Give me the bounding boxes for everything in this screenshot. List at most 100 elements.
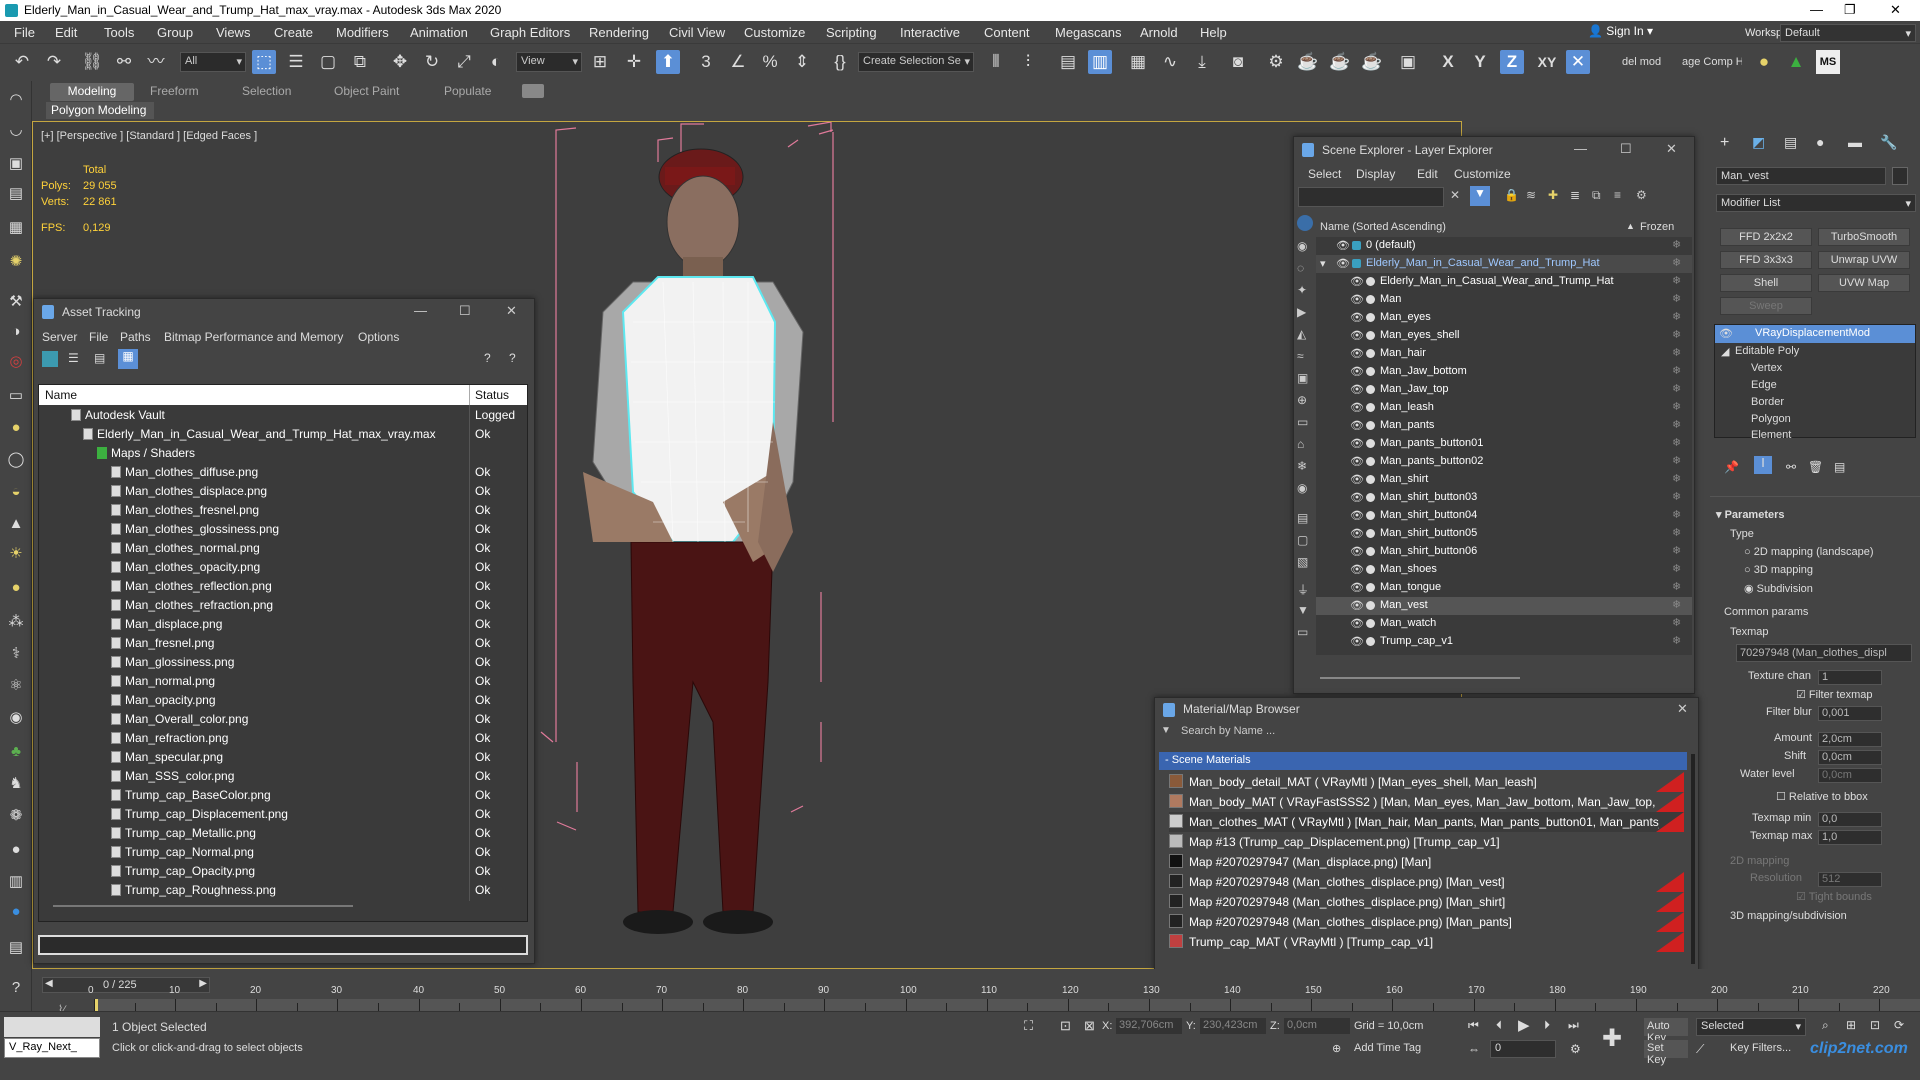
atom-icon[interactable]: ⚛ (5, 675, 27, 697)
ribbon-options-icon[interactable] (522, 84, 544, 98)
resolution-spinner[interactable]: 512 (1818, 872, 1882, 887)
stack-vray-displacement[interactable]: VRayDisplacementMod (1755, 327, 1870, 339)
asset-row[interactable]: Man_clothes_reflection.png Ok (39, 577, 527, 596)
absolute-mode-icon[interactable]: ⊡ (1060, 1018, 1071, 1034)
asset-row[interactable]: Trump_cap_Metallic.png Ok (39, 824, 527, 843)
frozen-icon[interactable]: ❄ (1672, 418, 1681, 431)
frozen-icon[interactable]: ❄ (1672, 238, 1681, 251)
eye-icon[interactable]: 👁 (1719, 327, 1733, 340)
refresh-icon[interactable] (42, 351, 58, 367)
scene-explorer-titlebar[interactable]: Scene Explorer - Layer Explorer — ☐ ✕ (1294, 137, 1694, 165)
layers-green-icon[interactable]: ▲ (1784, 50, 1808, 74)
hair-icon[interactable]: ❁ (5, 805, 27, 827)
close-icon[interactable]: ✕ (506, 303, 517, 319)
scene-row[interactable]: 👁 Man_pants ❄ (1316, 417, 1692, 435)
frozen-icon[interactable]: ❄ (1672, 616, 1681, 629)
menu-group[interactable]: Group (157, 25, 193, 40)
tab-modeling[interactable]: Modeling (50, 83, 134, 101)
maximize-icon[interactable]: ❐ (1844, 2, 1856, 18)
bones-filter-icon[interactable]: ▭ (1297, 415, 1308, 429)
material-row[interactable]: Map #2070297948 (Man_clothes_displace.pn… (1169, 872, 1684, 892)
stack-border[interactable]: Border (1751, 396, 1784, 408)
angle-snap-icon[interactable]: ∠ (726, 50, 750, 74)
menu-display[interactable]: Display (1356, 167, 1395, 181)
frozen-icon[interactable]: ❄ (1672, 562, 1681, 575)
viewport-icon[interactable]: ◡ (5, 119, 27, 141)
go-to-end-icon[interactable]: ⏭ (1568, 1018, 1579, 1033)
scene-row[interactable]: 👁 Man_pants_button01 ❄ (1316, 435, 1692, 453)
frozen-icon[interactable]: ❄ (1672, 598, 1681, 611)
expand-icon[interactable]: ▾ (1320, 257, 1326, 270)
zoom-icon[interactable]: ⌕ (1822, 1018, 1829, 1033)
key-filters-button[interactable]: Key Filters... (1730, 1042, 1791, 1054)
asset-row[interactable]: Trump_cap_Opacity.png Ok (39, 862, 527, 881)
display-all-icon[interactable] (1297, 215, 1313, 231)
menu-modifiers[interactable]: Modifiers (336, 25, 389, 40)
auto-key-button[interactable]: Auto Key (1644, 1018, 1688, 1044)
menu-customize[interactable]: Customize (744, 25, 805, 40)
move-icon[interactable]: ✥ (388, 50, 412, 74)
time-slider[interactable]: ◀ 0 / 225 ▶ (42, 977, 210, 993)
menu-select[interactable]: Select (1308, 167, 1341, 181)
axis-z-button[interactable]: Z (1500, 50, 1524, 74)
time-config-icon[interactable]: ⚙ (1570, 1042, 1581, 1056)
scene-row[interactable]: 👁 Trump_cap_v1 ❄ (1316, 633, 1692, 651)
viewport-layout-icon[interactable]: ◠ (5, 89, 27, 111)
orbit-icon[interactable]: ⟳ (1894, 1018, 1904, 1032)
asset-row[interactable]: Man_glossiness.png Ok (39, 653, 527, 672)
select-by-name-icon[interactable]: ☰ (284, 50, 308, 74)
material-scrollbar[interactable] (1691, 754, 1695, 964)
teapot-icon[interactable]: ● (1752, 50, 1776, 74)
box-icon[interactable]: ◯ (5, 449, 27, 471)
h-scrollbar[interactable] (53, 905, 353, 907)
frozen-icon[interactable]: ❄ (1672, 472, 1681, 485)
maxscript-mini-listener-top[interactable] (4, 1017, 100, 1037)
asset-row[interactable]: Man_normal.png Ok (39, 672, 527, 691)
visibility-eye-icon[interactable]: 👁 (1350, 383, 1364, 396)
frozen-icon[interactable]: ❄ (1672, 436, 1681, 449)
help-icon[interactable]: ▤ (5, 937, 27, 959)
time-tag-icon[interactable]: ⊕ (1332, 1042, 1341, 1055)
asset-row[interactable]: Man_clothes_normal.png Ok (39, 539, 527, 558)
frozen-icon[interactable]: ❄ (1672, 580, 1681, 593)
coord-display-icon[interactable]: ⊠ (1084, 1018, 1095, 1034)
asset-row[interactable]: Trump_cap_Roughness.png Ok (39, 881, 527, 900)
maxscript-mini-listener[interactable]: V_Ray_Next_ (4, 1038, 100, 1058)
tab-object-paint[interactable]: Object Paint (324, 83, 409, 101)
hierarchy-tab-icon[interactable]: ▤ (1784, 134, 1797, 151)
scene-row[interactable]: 👁 Man_hair ❄ (1316, 345, 1692, 363)
hidden-filter-icon[interactable]: ◉ (1297, 481, 1307, 495)
scene-row[interactable]: 👁 Man_pants_button02 ❄ (1316, 453, 1692, 471)
spinner-snap-icon[interactable]: ⇕ (790, 50, 814, 74)
sign-in-button[interactable]: 👤 Sign In ▾ (1588, 24, 1698, 42)
sun-icon[interactable]: ☀ (5, 543, 27, 565)
texmap-min-spinner[interactable]: 0,0 (1818, 812, 1882, 827)
place-icon[interactable]: ◐ (484, 50, 508, 74)
redo-icon[interactable]: ↷ (42, 50, 66, 74)
align-icon[interactable]: ⫶ (1016, 50, 1040, 74)
frozen-icon[interactable]: ❄ (1672, 544, 1681, 557)
next-key-icon[interactable]: ⏵ (1544, 1018, 1550, 1033)
shift-spinner[interactable]: 0,0cm (1818, 750, 1882, 765)
stack-vertex[interactable]: Vertex (1751, 362, 1782, 374)
visibility-eye-icon[interactable]: 👁 (1336, 239, 1350, 252)
menu-rendering[interactable]: Rendering (589, 25, 649, 40)
scene-row[interactable]: 👁 Man_shirt_button04 ❄ (1316, 507, 1692, 525)
stack-element[interactable]: Element (1751, 429, 1791, 441)
stack-edge[interactable]: Edge (1751, 379, 1777, 391)
asset-row[interactable]: Man_clothes_displace.png Ok (39, 482, 527, 501)
visibility-eye-icon[interactable]: 👁 (1350, 563, 1364, 576)
render-region-icon[interactable]: ▣ (1396, 50, 1420, 74)
link-icon[interactable]: ⛓ (80, 50, 104, 74)
asset-row[interactable]: Man_clothes_glossiness.png Ok (39, 520, 527, 539)
hierarchy-icon[interactable]: ≡ (1614, 188, 1621, 202)
filter-icon[interactable]: ▼ (1470, 186, 1490, 206)
settings-icon[interactable]: ⚙ (1636, 188, 1647, 202)
visibility-eye-icon[interactable]: 👁 (1350, 419, 1364, 432)
render-activeshade-icon[interactable]: ☕ (1360, 50, 1384, 74)
minimize-icon[interactable]: — (1574, 141, 1587, 156)
undo-icon[interactable]: ↶ (10, 50, 34, 74)
object-name-field[interactable]: Man_vest (1716, 167, 1886, 185)
material-row[interactable]: Trump_cap_MAT ( VRayMtl ) [Trump_cap_v1] (1169, 932, 1684, 952)
visibility-eye-icon[interactable]: 👁 (1350, 347, 1364, 360)
